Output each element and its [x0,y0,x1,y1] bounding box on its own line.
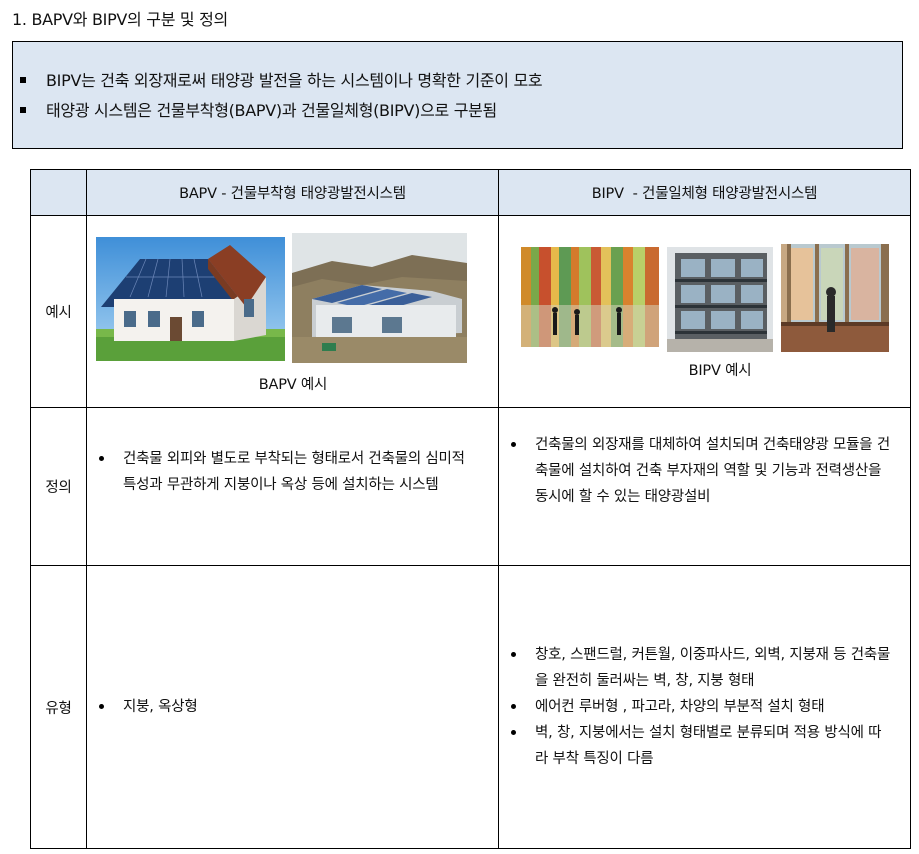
summary-box: BIPV는 건축 외장재로써 태양광 발전을 하는 시스템이나 명확한 기준이 … [12,41,903,149]
bullet-icon [99,456,104,461]
list-item: 건축물의 외장재를 대체하여 설치되며 건축태양광 모듈을 건축물에 설치하여 … [499,432,910,510]
interior-pv-window-photo [781,243,889,352]
bapv-definition-cell: 건축물 외피와 별도로 부착되는 형태로서 건축물의 심미적 특성과 무관하게 … [86,407,499,566]
list-item: 건축물 외피와 별도로 부착되는 형태로서 건축물의 심미적 특성과 무관하게 … [87,446,498,498]
factory-solar-roof-photo [292,232,467,363]
list-item: 창호, 스팬드럴, 커튼월, 이중파사드, 외벽, 지붕재 등 건축물을 완전히… [499,642,910,694]
bullet-icon [511,442,516,447]
header-bipv: BIPV - 건물일체형 태양광발전시스템 [498,169,911,216]
square-bullet-icon [20,107,26,113]
summary-item: BIPV는 건축 외장재로써 태양광 발전을 하는 시스템이나 명확한 기준이 … [13,66,902,96]
summary-item: 태양광 시스템은 건물부착형(BAPV)과 건물일체형(BIPV)으로 구분됨 [13,96,902,126]
section-title: 1. BAPV와 BIPV의 구분 및 정의 [12,10,228,29]
bapv-example-caption: BAPV 예시 [258,376,328,393]
square-bullet-icon [20,77,26,83]
bullet-icon [511,730,516,735]
row-label-type: 유형 [30,565,87,849]
bapv-example-cell: BAPV 예시 [86,215,499,408]
row-label-definition: 정의 [30,407,87,566]
bullet-icon [511,652,516,657]
list-item: 지붕, 옥상형 [87,694,498,720]
color-glass-facade-photo [521,246,659,347]
bullet-icon [511,704,516,709]
apartment-pv-facade-photo [667,246,773,352]
bipv-example-caption: BIPV 예시 [688,362,752,379]
list-item: 에어컨 루버형 , 파고라, 차양의 부분적 설치 형태 [499,694,910,720]
list-item: 벽, 창, 지붕에서는 설치 형태별로 분류되며 적용 방식에 따라 부착 특징… [499,720,910,772]
bullet-icon [99,704,104,709]
bipv-type-cell: 창호, 스팬드럴, 커튼월, 이중파사드, 외벽, 지붕재 등 건축물을 완전히… [498,565,911,849]
header-bapv: BAPV - 건물부착형 태양광발전시스템 [86,169,499,216]
bipv-example-cell: BIPV 예시 [498,215,911,408]
bapv-type-cell: 지붕, 옥상형 [86,565,499,849]
comparison-table: BAPV - 건물부착형 태양광발전시스템 BIPV - 건물일체형 태양광발전… [30,169,911,849]
bipv-definition-cell: 건축물의 외장재를 대체하여 설치되며 건축태양광 모듈을 건축물에 설치하여 … [498,407,911,566]
house-solar-roof-photo [96,236,285,361]
header-corner [30,169,87,216]
row-label-example: 예시 [30,215,87,408]
